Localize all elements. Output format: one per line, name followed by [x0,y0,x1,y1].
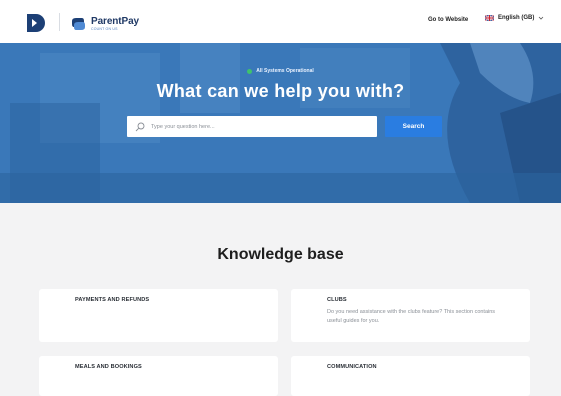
card-description: Do you need assistance with the clubs fe… [327,309,496,324]
status-text: All Systems Operational [256,68,314,74]
search-input[interactable] [151,117,371,136]
language-selector[interactable]: English (GB) [485,15,544,21]
knowledge-base-title: Knowledge base [217,246,344,263]
language-label: English (GB) [498,15,535,21]
logo-mark-icon[interactable] [24,12,46,34]
hero-banner: All Systems Operational What can we help… [0,43,561,203]
parentpay-brand[interactable]: ParentPay COUNT ON US [70,13,139,35]
card-meals-and-bookings[interactable]: MEALS AND BOOKINGS [39,356,278,396]
search-icon [135,122,145,131]
top-header: ParentPay COUNT ON US Go to Website Engl… [0,0,561,43]
card-title: CLUBS [327,297,347,303]
parentpay-logo-icon [72,18,85,30]
card-title: COMMUNICATION [327,364,377,370]
card-clubs[interactable]: CLUBS Do you need assistance with the cl… [291,289,530,342]
brand-name: ParentPay [91,15,140,27]
card-communication[interactable]: COMMUNICATION [291,356,530,396]
uk-flag-icon [485,15,494,21]
search-button[interactable]: Search [385,116,442,137]
status-dot-icon [247,68,253,74]
chevron-down-icon [539,16,544,20]
system-status[interactable]: All Systems Operational [0,68,561,74]
search-box[interactable] [127,116,377,137]
card-title: MEALS AND BOOKINGS [75,364,142,370]
go-to-website-link[interactable]: Go to Website [428,17,468,23]
hero-title: What can we help you with? [156,81,405,101]
header-divider [59,13,60,31]
brand-tagline: COUNT ON US [91,26,118,31]
card-title: PAYMENTS AND REFUNDS [75,297,150,303]
card-payments-and-refunds[interactable]: PAYMENTS AND REFUNDS [39,289,278,342]
